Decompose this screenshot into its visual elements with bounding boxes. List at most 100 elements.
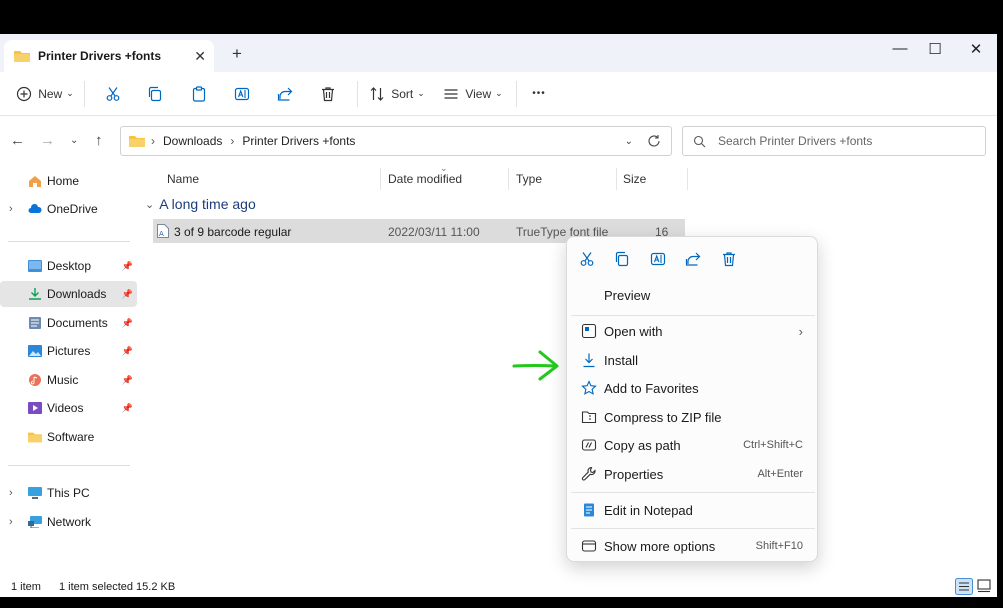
cut-button[interactable] — [93, 79, 133, 109]
navigation-row: ← → ⌄ ↑ › Downloads › Printer Drivers +f… — [0, 124, 997, 160]
pin-icon[interactable]: 📌 — [122, 289, 133, 300]
column-header-name[interactable]: Name — [167, 172, 199, 186]
view-button[interactable]: View ⌄ — [438, 79, 508, 109]
pin-icon[interactable]: 📌 — [122, 403, 133, 414]
delete-button[interactable] — [307, 79, 349, 109]
back-arrow-icon[interactable]: ← — [10, 132, 25, 149]
font-file-icon: A — [157, 224, 169, 238]
rename-button[interactable] — [221, 79, 263, 109]
tiles-view-icon[interactable] — [977, 579, 991, 593]
submenu-chevron-icon: › — [798, 323, 803, 339]
column-divider[interactable] — [508, 168, 509, 190]
column-header-size[interactable]: Size — [623, 172, 646, 186]
address-history-chevron-icon[interactable]: ⌄ — [625, 136, 633, 147]
breadcrumb-printer-drivers[interactable]: Printer Drivers +fonts — [242, 134, 355, 148]
expand-chevron-icon[interactable]: › — [9, 203, 13, 215]
sidebar-item-network[interactable]: › Network — [0, 509, 137, 535]
ctx-show-more-options[interactable]: Show more options Shift+F10 — [571, 532, 815, 560]
column-divider[interactable] — [616, 168, 617, 190]
sidebar-item-desktop[interactable]: Desktop 📌 — [0, 253, 137, 279]
ctx-label: Install — [604, 352, 638, 368]
column-headers: Name ⌄ Date modified Type Size — [140, 163, 690, 192]
ctx-open-with[interactable]: Open with › — [571, 317, 815, 345]
sidebar-item-label: This PC — [47, 486, 90, 500]
ctx-copy-as-path[interactable]: Copy as path Ctrl+Shift+C — [571, 431, 815, 459]
tab-printer-drivers[interactable]: Printer Drivers +fonts ✕ — [4, 40, 214, 72]
close-button[interactable]: ✕ — [956, 40, 996, 58]
column-header-date[interactable]: Date modified — [388, 172, 462, 186]
pin-icon[interactable]: 📌 — [122, 318, 133, 329]
recent-chevron-down-icon[interactable]: ⌄ — [70, 135, 78, 146]
forward-arrow-icon[interactable]: → — [40, 132, 55, 149]
column-divider[interactable] — [380, 168, 381, 190]
sidebar-item-label: Downloads — [47, 287, 107, 301]
music-icon — [29, 374, 41, 386]
status-selected: 1 item selected 15.2 KB — [59, 581, 176, 593]
navigation-pane: Home › OneDrive Desktop 📌 Downloads 📌 Do… — [0, 166, 140, 576]
share-button[interactable] — [263, 79, 307, 109]
search-placeholder: Search Printer Drivers +fonts — [718, 134, 873, 148]
title-bar: Printer Drivers +fonts ✕ + — ☐ ✕ — [0, 34, 997, 72]
breadcrumb-downloads[interactable]: Downloads — [163, 134, 222, 148]
pin-icon[interactable]: 📌 — [122, 375, 133, 386]
ctx-share-button[interactable] — [681, 247, 705, 271]
address-bar[interactable]: › Downloads › Printer Drivers +fonts ⌄ — [120, 126, 672, 156]
refresh-icon[interactable] — [647, 134, 661, 148]
search-icon — [693, 135, 706, 147]
collapse-chevron-icon[interactable]: ⌄ — [145, 198, 154, 211]
group-header[interactable]: ⌄ A long time ago — [145, 196, 256, 212]
copy-button[interactable] — [133, 79, 177, 109]
paste-button[interactable] — [177, 79, 221, 109]
divider — [84, 80, 85, 107]
sidebar-item-music[interactable]: Music 📌 — [0, 367, 137, 393]
sidebar-item-documents[interactable]: Documents 📌 — [0, 310, 137, 336]
sidebar-item-software[interactable]: Software — [0, 424, 137, 450]
more-options-button[interactable]: ••• — [525, 79, 553, 109]
tab-close-icon[interactable]: ✕ — [194, 48, 206, 65]
search-box[interactable]: Search Printer Drivers +fonts — [682, 126, 986, 156]
ctx-cut-button[interactable] — [575, 247, 599, 271]
ctx-label: Copy as path — [604, 437, 681, 453]
ctx-preview[interactable]: Preview — [571, 281, 815, 309]
sidebar-item-home[interactable]: Home — [0, 168, 137, 194]
up-arrow-icon[interactable]: ↑ — [95, 132, 103, 149]
more-options-icon — [581, 540, 597, 552]
ctx-compress-zip[interactable]: Compress to ZIP file — [571, 403, 815, 431]
expand-chevron-icon[interactable]: › — [9, 487, 13, 499]
copy-icon — [148, 86, 162, 101]
sidebar-item-label: Pictures — [47, 344, 91, 358]
ctx-label: Preview — [604, 287, 651, 303]
ctx-edit-in-notepad[interactable]: Edit in Notepad — [571, 496, 815, 524]
download-icon — [29, 288, 41, 300]
ctx-install[interactable]: Install — [571, 346, 815, 374]
column-divider[interactable] — [687, 168, 688, 190]
file-explorer-window: Printer Drivers +fonts ✕ + — ☐ ✕ New ⌄ S… — [0, 34, 997, 597]
new-tab-button[interactable]: + — [232, 44, 242, 64]
expand-chevron-icon[interactable]: › — [9, 516, 13, 528]
sidebar-item-videos[interactable]: Videos 📌 — [0, 395, 137, 421]
sidebar-item-onedrive[interactable]: › OneDrive — [0, 196, 137, 222]
ctx-copy-button[interactable] — [610, 247, 634, 271]
ctx-rename-button[interactable] — [646, 247, 670, 271]
view-label: View — [465, 86, 492, 101]
ctx-shortcut: Ctrl+Shift+C — [743, 439, 803, 451]
pin-icon[interactable]: 📌 — [122, 261, 133, 272]
pin-icon[interactable]: 📌 — [122, 346, 133, 357]
sidebar-item-label: Music — [47, 373, 79, 387]
sidebar-item-downloads[interactable]: Downloads 📌 — [0, 281, 137, 307]
ctx-shortcut: Alt+Enter — [757, 468, 803, 480]
details-view-icon[interactable] — [955, 578, 973, 595]
sort-button[interactable]: Sort ⌄ — [366, 79, 428, 109]
new-button[interactable]: New ⌄ — [14, 79, 76, 109]
sidebar-item-this-pc[interactable]: › This PC — [0, 480, 137, 506]
ctx-delete-button[interactable] — [717, 247, 741, 271]
ctx-add-to-favorites[interactable]: Add to Favorites — [571, 374, 815, 402]
ctx-properties[interactable]: Properties Alt+Enter — [571, 460, 815, 488]
breadcrumb-chevron-icon: › — [230, 134, 235, 148]
sidebar-item-pictures[interactable]: Pictures 📌 — [0, 338, 137, 364]
column-header-type[interactable]: Type — [516, 172, 542, 186]
minimize-button[interactable]: — — [880, 40, 920, 57]
green-arrow-annotation-icon — [512, 350, 559, 381]
ctx-label: Add to Favorites — [604, 380, 699, 396]
maximize-button[interactable]: ☐ — [915, 40, 955, 58]
